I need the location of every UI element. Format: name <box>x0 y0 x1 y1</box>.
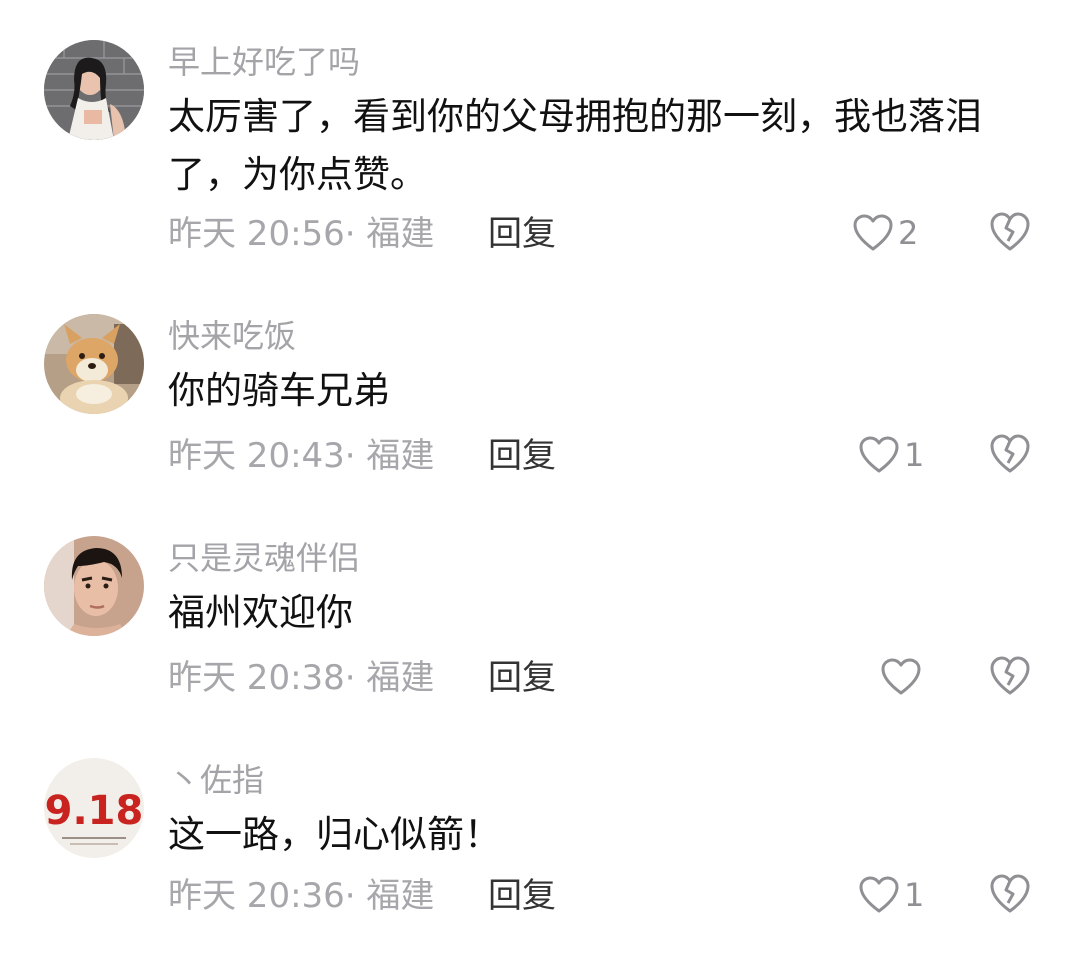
man-portrait-image <box>44 536 144 636</box>
comment-item: 只是灵魂伴侣 福州欢迎你 昨天 20:38· 福建 回复 <box>0 536 1080 756</box>
heart-outline-icon <box>853 214 893 251</box>
comment-item: 快来吃饭 你的骑车兄弟 昨天 20:43· 福建 回复 1 <box>0 314 1080 534</box>
comment-text: 你的骑车兄弟 <box>168 369 390 412</box>
dislike-button[interactable] <box>988 432 1032 476</box>
reply-button[interactable]: 回复 <box>488 434 556 478</box>
broken-heart-icon <box>990 434 1030 473</box>
woman-portrait-image <box>44 40 144 140</box>
comment-actions: 昨天 20:38· 福建 回复 <box>168 652 1068 702</box>
avatar[interactable] <box>44 314 144 414</box>
like-button[interactable]: 1 <box>858 430 924 480</box>
reply-button[interactable]: 回复 <box>488 212 556 256</box>
like-button[interactable]: 1 <box>858 870 924 920</box>
like-count: 2 <box>898 214 919 252</box>
reply-button[interactable]: 回复 <box>488 874 556 918</box>
comment-actions: 昨天 20:56· 福建 回复 2 <box>168 208 1068 258</box>
comment-text: 福州欢迎你 <box>168 591 353 634</box>
heart-outline-icon <box>881 658 921 695</box>
like-button[interactable] <box>880 652 926 702</box>
broken-heart-icon <box>990 212 1030 251</box>
heart-outline-icon <box>859 876 899 913</box>
reply-button[interactable]: 回复 <box>488 656 556 700</box>
username[interactable]: 丶佐指 <box>168 760 264 800</box>
918-logo-image: 9.18 <box>44 758 144 858</box>
heart-outline-icon <box>859 436 899 473</box>
like-count: 1 <box>904 436 925 474</box>
dislike-button[interactable] <box>988 872 1032 916</box>
like-count: 1 <box>904 876 925 914</box>
comment-time-location: 昨天 20:43· 福建 <box>168 436 435 476</box>
comment-text: 太厉害了，看到你的父母拥抱的那一刻，我也落泪了，为你点赞。 <box>168 95 982 196</box>
comment-time-location: 昨天 20:38· 福建 <box>168 658 435 698</box>
dislike-button[interactable] <box>988 654 1032 698</box>
comment-actions: 昨天 20:43· 福建 回复 1 <box>168 430 1068 480</box>
username[interactable]: 快来吃饭 <box>168 316 296 356</box>
broken-heart-icon <box>990 874 1030 913</box>
comment-item: 9.18 丶佐指 这一路，归心似箭！ 昨天 20:36· 福建 回复 1 <box>0 758 1080 978</box>
dislike-button[interactable] <box>988 210 1032 254</box>
avatar[interactable] <box>44 40 144 140</box>
comment-actions: 昨天 20:36· 福建 回复 1 <box>168 870 1068 920</box>
broken-heart-icon <box>990 656 1030 695</box>
like-button[interactable]: 2 <box>852 208 918 258</box>
username[interactable]: 早上好吃了吗 <box>168 42 360 82</box>
logo-text: 9.18 <box>45 788 144 834</box>
comment-text: 这一路，归心似箭！ <box>168 813 501 856</box>
comment-time-location: 昨天 20:36· 福建 <box>168 876 435 916</box>
comment-time-location: 昨天 20:56· 福建 <box>168 214 435 254</box>
username[interactable]: 只是灵魂伴侣 <box>168 538 360 578</box>
comment-item: 早上好吃了吗 太厉害了，看到你的父母拥抱的那一刻，我也落泪了，为你点赞。 昨天 … <box>0 40 1080 260</box>
shiba-dog-image <box>44 314 144 414</box>
avatar[interactable] <box>44 536 144 636</box>
avatar[interactable]: 9.18 <box>44 758 144 858</box>
